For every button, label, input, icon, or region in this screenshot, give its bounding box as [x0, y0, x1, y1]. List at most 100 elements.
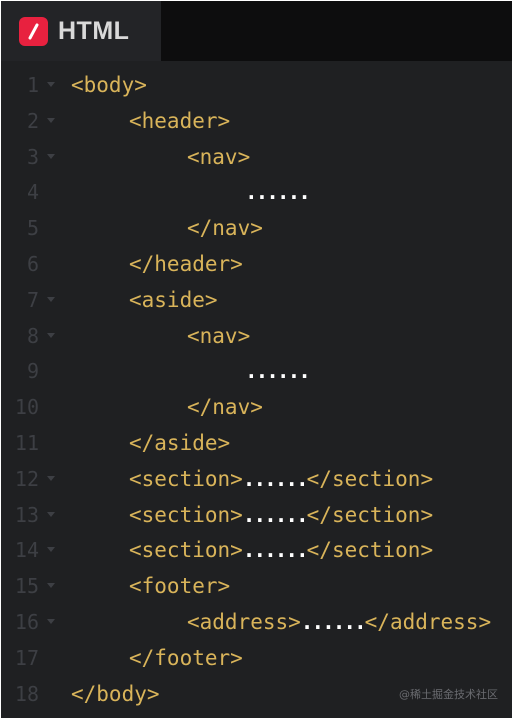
tab-label: HTML [58, 16, 130, 45]
code-text: </nav> [187, 395, 263, 419]
line-number: 12 [14, 466, 39, 491]
fold-arrow-icon[interactable] [47, 117, 55, 123]
code-text: ...... [245, 180, 311, 205]
code-closing-tag: </section> [306, 502, 434, 527]
line-gutter: 12 [1, 461, 63, 497]
code-line[interactable]: 11 </aside> [1, 425, 512, 461]
fold-arrow-icon[interactable] [47, 82, 55, 87]
html-file-icon [19, 16, 48, 46]
code-tag: </header> [129, 252, 243, 276]
ellipsis-placeholder: ...... [242, 538, 309, 563]
code-text: <nav> [187, 145, 250, 169]
line-number: 11 [14, 431, 39, 455]
code-line[interactable]: 10 </nav> [1, 389, 512, 425]
fold-arrow-icon[interactable] [47, 475, 55, 481]
fold-arrow-icon[interactable] [47, 583, 55, 589]
code-tag: <address> [187, 610, 301, 634]
fold-arrow-icon[interactable] [47, 332, 55, 338]
tab-html[interactable]: HTML [1, 1, 161, 61]
line-gutter: 6 [1, 246, 63, 282]
fold-arrow-icon[interactable] [47, 511, 55, 517]
line-number: 8 [26, 323, 39, 348]
code-line[interactable]: 3 <nav> [1, 139, 512, 175]
line-gutter: 13 [1, 497, 63, 533]
code-tag: <nav> [187, 323, 251, 348]
line-gutter: 5 [1, 210, 63, 246]
line-gutter: 17 [1, 640, 63, 676]
code-line[interactable]: 2 <header> [1, 103, 512, 139]
line-gutter: 10 [1, 389, 63, 425]
code-text: <body> [71, 73, 147, 97]
line-gutter: 11 [1, 425, 63, 461]
code-text: </body> [71, 682, 160, 706]
line-number: 4 [26, 180, 39, 205]
editor-window: HTML 1 <body> 2 <header> 3 <nav> 4...... 5 </nav… [0, 0, 513, 719]
code-tag: <section> [129, 538, 243, 563]
line-gutter: 9 [1, 353, 63, 389]
code-line[interactable]: 6 </header> [1, 246, 512, 282]
code-line[interactable]: 1 <body> [1, 67, 512, 103]
line-number: 10 [14, 395, 39, 420]
fold-arrow-icon[interactable] [47, 547, 55, 553]
code-text: <header> [129, 109, 230, 133]
line-number: 9 [26, 359, 39, 384]
line-number: 5 [26, 216, 39, 241]
slash-glyph-icon [28, 23, 39, 39]
code-tag: <nav> [187, 144, 251, 169]
line-number: 15 [14, 574, 39, 599]
code-line[interactable]: 14 <section>......</section> [1, 532, 512, 568]
code-closing-tag: </section> [306, 538, 434, 563]
code-line[interactable]: 13 <section>......</section> [1, 497, 512, 533]
line-number: 7 [26, 287, 39, 312]
code-line[interactable]: 4...... [1, 174, 512, 210]
code-text: </footer> [129, 646, 243, 670]
line-number: 17 [14, 645, 39, 670]
ellipsis-placeholder: ...... [242, 466, 309, 491]
code-text: ...... [245, 359, 311, 384]
code-line[interactable]: 17 </footer> [1, 640, 512, 676]
code-text: <section>......</section> [129, 467, 433, 491]
line-gutter: 18 [1, 676, 63, 712]
line-gutter: 3 [1, 139, 63, 175]
code-tag: <body> [71, 73, 147, 97]
watermark: @稀土掘金技术社区 [399, 688, 498, 701]
line-number: 6 [26, 252, 39, 276]
code-closing-tag: </address> [364, 610, 492, 634]
line-number: 3 [26, 144, 39, 169]
ellipsis-placeholder: ...... [245, 180, 311, 205]
code-line[interactable]: 16 <address>......</address> [1, 604, 512, 640]
ellipsis-placeholder: ...... [242, 502, 309, 527]
line-number: 1 [26, 73, 39, 97]
code-text: </nav> [187, 216, 263, 240]
fold-arrow-icon[interactable] [47, 153, 55, 159]
code-tag: </aside> [129, 431, 231, 455]
code-line[interactable]: 5 </nav> [1, 210, 512, 246]
code-closing-tag: </section> [306, 466, 434, 491]
line-gutter: 4 [1, 174, 63, 210]
line-gutter: 16 [1, 604, 63, 640]
code-text: <nav> [187, 324, 250, 348]
code-line[interactable]: 15 <footer> [1, 568, 512, 604]
code-line[interactable]: 8 <nav> [1, 318, 512, 354]
code-line[interactable]: 9...... [1, 353, 512, 389]
code-tag: <header> [129, 108, 231, 133]
code-tag: <section> [129, 502, 243, 527]
code-line[interactable]: 7 <aside> [1, 282, 512, 318]
code-editor[interactable]: 1 <body> 2 <header> 3 <nav> 4...... 5 </nav> 6 </h… [1, 65, 512, 718]
fold-arrow-icon[interactable] [47, 296, 55, 302]
code-tag: </body> [71, 681, 160, 706]
line-gutter: 1 [1, 67, 63, 103]
code-tag: </nav> [187, 395, 263, 420]
code-text: <section>......</section> [129, 503, 433, 527]
line-gutter: 8 [1, 318, 63, 354]
line-number: 16 [14, 610, 39, 634]
line-gutter: 14 [1, 532, 63, 568]
line-gutter: 15 [1, 568, 63, 604]
fold-arrow-icon[interactable] [47, 619, 55, 624]
code-tag: <aside> [129, 287, 218, 312]
code-line[interactable]: 12 <section>......</section> [1, 461, 512, 497]
code-tag: </nav> [187, 216, 263, 241]
ellipsis-placeholder: ...... [245, 359, 311, 384]
line-gutter: 7 [1, 282, 63, 318]
code-text: <section>......</section> [129, 538, 433, 562]
